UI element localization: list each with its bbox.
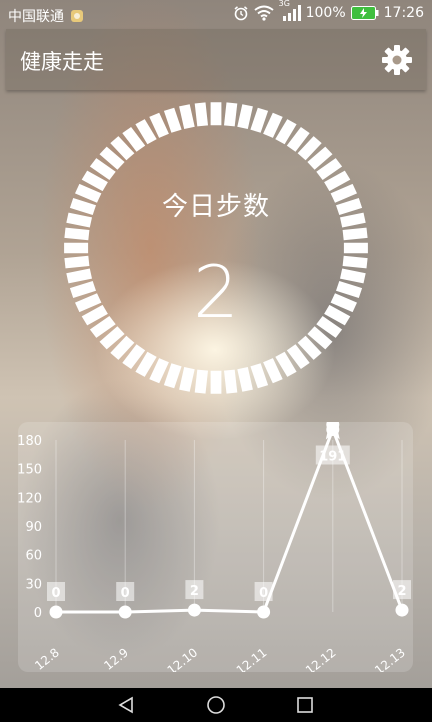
- data-label: 0: [51, 586, 60, 601]
- app-header: 健康走走: [6, 29, 426, 90]
- step-progress-ring: [64, 102, 368, 394]
- steps-chart-card: 0 30 60 90 120 150 180 0 12.8 0 12.9 2 12.10 0 12.11 19…: [18, 422, 413, 672]
- ring-segment: [179, 104, 195, 129]
- series-line: [56, 425, 404, 614]
- signal-group: 3G: [279, 0, 301, 21]
- data-label: 191: [319, 449, 346, 464]
- recents-square-icon[interactable]: [296, 696, 314, 714]
- signal-icon: [282, 5, 301, 21]
- data-point: [118, 605, 132, 619]
- data-label: 2: [397, 584, 406, 599]
- data-label: 0: [259, 586, 268, 601]
- y-tick-label: 90: [25, 520, 42, 535]
- award-icon: [325, 422, 340, 440]
- today-steps-value: 2: [193, 250, 239, 334]
- y-tick-label: 60: [25, 549, 42, 564]
- y-tick-label: 0: [34, 606, 42, 621]
- ring-segment: [210, 370, 222, 394]
- ring-segment: [342, 227, 368, 241]
- ring-segment: [224, 369, 238, 394]
- ring-segment: [237, 104, 253, 129]
- gear-icon[interactable]: [380, 43, 414, 77]
- y-tick-label: 120: [18, 491, 42, 506]
- x-tick-label: 12.8: [32, 645, 62, 672]
- y-tick-label: 150: [18, 463, 42, 478]
- x-tick-label: 12.9: [101, 645, 131, 672]
- home-circle-icon[interactable]: [206, 695, 226, 715]
- status-bar: 中国联通 3G 100% 17:26: [0, 0, 432, 28]
- ring-segment: [224, 102, 238, 127]
- x-tick-label: 12.13: [372, 645, 408, 672]
- wifi-icon: [253, 5, 274, 21]
- data-point: [187, 603, 201, 617]
- ring-segment: [179, 367, 195, 392]
- x-tick-label: 12.11: [234, 645, 270, 672]
- today-steps-label: 今日步数: [161, 192, 270, 222]
- y-tick-label: 180: [18, 434, 42, 449]
- data-point: [49, 605, 63, 619]
- steps-line-chart: 0 30 60 90 120 150 180 0 12.8 0 12.9 2 12.10 0 12.11 19…: [18, 422, 411, 672]
- ring-segment: [64, 227, 90, 241]
- back-triangle-icon[interactable]: [116, 696, 136, 714]
- battery-charging-icon: [350, 6, 379, 20]
- battery-percent: 100%: [305, 5, 346, 21]
- data-point: [257, 605, 271, 619]
- data-label: 0: [121, 586, 130, 601]
- data-label: 2: [190, 584, 199, 599]
- status-left: 中国联通: [8, 6, 84, 26]
- x-tick-label: 12.10: [165, 645, 201, 672]
- notification-icon: [71, 10, 83, 22]
- status-right: 3G 100% 17:26: [233, 0, 424, 21]
- data-point: [395, 603, 409, 617]
- ring-segment: [237, 367, 253, 392]
- page-title: 健康走走: [20, 50, 104, 74]
- clock: 17:26: [383, 5, 424, 21]
- alarm-icon: [234, 6, 248, 21]
- ring-segment: [194, 102, 208, 127]
- system-nav-bar: [0, 688, 432, 722]
- ring-segment: [210, 102, 222, 126]
- ring-segment: [194, 369, 208, 394]
- y-tick-label: 30: [25, 577, 42, 592]
- carrier-label: 中国联通: [8, 9, 64, 25]
- x-tick-label: 12.12: [303, 645, 339, 672]
